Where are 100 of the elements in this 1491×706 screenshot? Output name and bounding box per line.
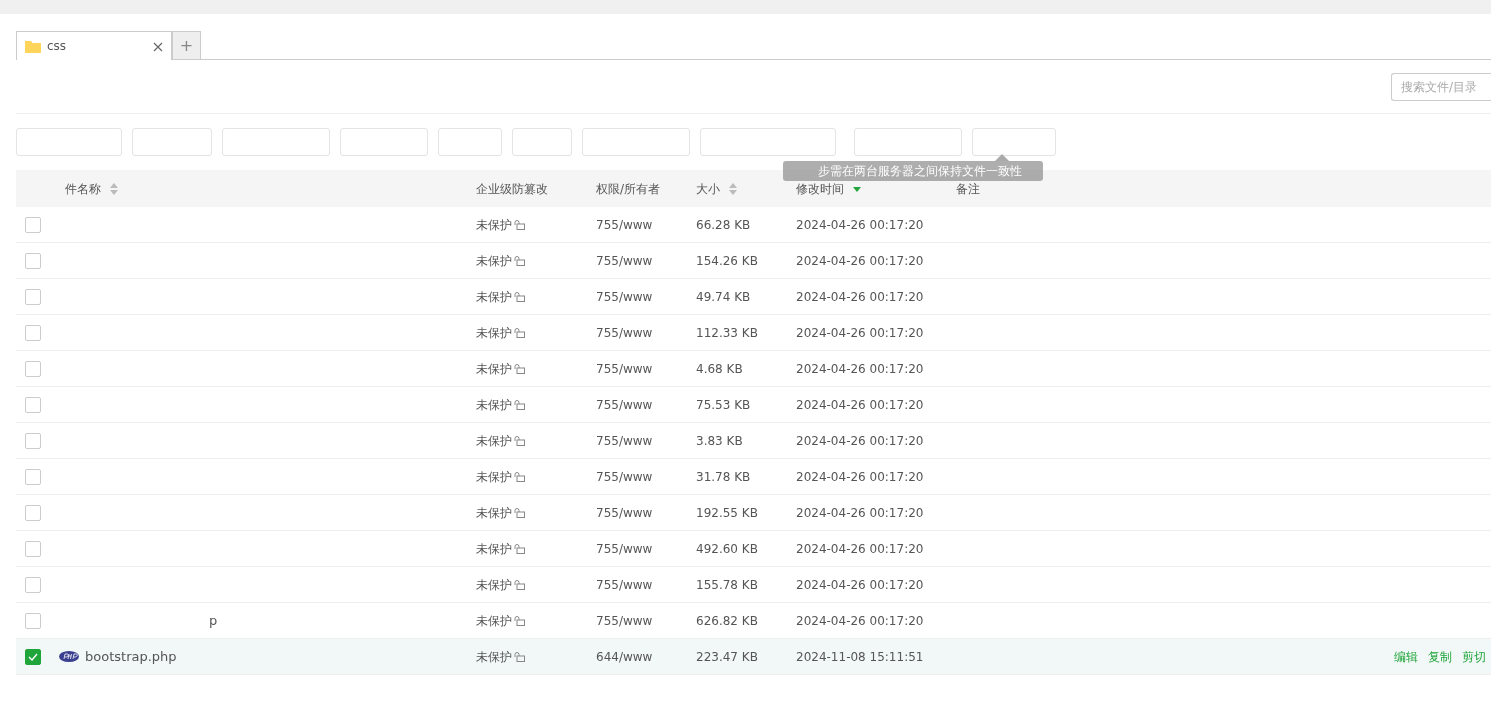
file-size: 75.53 KB (696, 397, 751, 412)
unlock-icon[interactable] (514, 579, 525, 590)
file-size: 492.60 KB (696, 541, 758, 556)
blank-button[interactable] (700, 128, 836, 156)
permission-owner: 755/www (596, 289, 653, 304)
blank-button[interactable] (972, 128, 1056, 156)
unlock-icon[interactable] (514, 435, 525, 446)
unlock-icon[interactable] (514, 471, 525, 482)
folder-icon (25, 39, 41, 53)
unlock-icon[interactable] (514, 543, 525, 554)
column-header[interactable]: 件名称 (65, 181, 101, 196)
checkbox[interactable] (25, 504, 41, 521)
file-size: 3.83 KB (696, 433, 743, 448)
file-size: 4.68 KB (696, 361, 743, 376)
sort-icon[interactable] (109, 182, 119, 196)
protect-status: 未保护 (476, 360, 512, 378)
modified-time: 2024-11-08 15:11:51 (796, 649, 924, 664)
file-size: 223.47 KB (696, 649, 758, 664)
unlock-icon[interactable] (514, 363, 525, 374)
unlock-icon[interactable] (514, 291, 525, 302)
checkbox[interactable] (25, 648, 41, 665)
modified-time: 2024-04-26 00:17:20 (796, 325, 924, 340)
protect-status: 未保护 (476, 324, 512, 342)
blank-button[interactable] (222, 128, 330, 156)
blank-button[interactable] (16, 128, 122, 156)
modified-time: 2024-04-26 00:17:20 (796, 217, 924, 232)
protect-status: 未保护 (476, 432, 512, 450)
search-field[interactable]: 搜索文件/目录 (1391, 72, 1491, 101)
file-size: 49.74 KB (696, 289, 751, 304)
modified-time: 2024-04-26 00:17:20 (796, 577, 924, 592)
checkbox[interactable] (25, 540, 41, 557)
permission-owner: 755/www (596, 253, 653, 268)
php-file-icon (59, 651, 79, 662)
unlock-icon[interactable] (514, 327, 525, 338)
protect-status: 未保护 (476, 576, 512, 594)
check-icon (28, 652, 38, 661)
file-size: 626.82 KB (696, 613, 758, 628)
column-header: 备注 (956, 181, 980, 196)
permission-owner: 755/www (596, 469, 653, 484)
unlock-icon[interactable] (514, 255, 525, 266)
permission-owner: 755/www (596, 541, 653, 556)
sort-icon[interactable] (852, 185, 862, 193)
blank-button[interactable] (438, 128, 502, 156)
column-header[interactable]: 修改时间 (796, 181, 844, 196)
blank-button[interactable] (854, 128, 962, 156)
protect-status: 未保护 (476, 468, 512, 486)
modified-time: 2024-04-26 00:17:20 (796, 397, 924, 412)
column-header[interactable]: 大小 (696, 181, 720, 196)
permission-owner: 644/www (596, 649, 653, 664)
modified-time: 2024-04-26 00:17:20 (796, 253, 924, 268)
modified-time: 2024-04-26 00:17:20 (796, 541, 924, 556)
file-name[interactable]: bootstrap.php (85, 646, 177, 667)
protect-status: 未保护 (476, 252, 512, 270)
folder-tab[interactable]: css (16, 31, 172, 60)
checkbox[interactable] (25, 432, 41, 449)
permission-owner: 755/www (596, 397, 653, 412)
checkbox[interactable] (25, 216, 41, 233)
permission-owner: 755/www (596, 505, 653, 520)
blank-button[interactable] (340, 128, 428, 156)
tooltip-arrow-icon (995, 154, 1009, 161)
checkbox[interactable] (25, 612, 41, 629)
modified-time: 2024-04-26 00:17:20 (796, 433, 924, 448)
blank-button[interactable] (582, 128, 690, 156)
file-size: 192.55 KB (696, 505, 758, 520)
tooltip: 步需在两台服务器之间保持文件一致性 (783, 161, 1043, 181)
file-size: 154.26 KB (696, 253, 758, 268)
column-header: 权限/所有者 (596, 181, 661, 196)
modified-time: 2024-04-26 00:17:20 (796, 469, 924, 484)
permission-owner: 755/www (596, 217, 653, 232)
file-size: 155.78 KB (696, 577, 758, 592)
protect-status: 未保护 (476, 648, 512, 666)
checkbox[interactable] (25, 252, 41, 269)
column-header: 企业级防篡改 (476, 181, 548, 196)
unlock-icon[interactable] (514, 399, 525, 410)
checkbox[interactable] (25, 324, 41, 341)
unlock-icon[interactable] (514, 219, 525, 230)
permission-owner: 755/www (596, 613, 653, 628)
unlock-icon[interactable] (514, 651, 525, 662)
unlock-icon[interactable] (514, 615, 525, 626)
sort-icon[interactable] (728, 182, 738, 196)
protect-status: 未保护 (476, 612, 512, 630)
protect-status: 未保护 (476, 288, 512, 306)
checkbox[interactable] (25, 396, 41, 413)
checkbox[interactable] (25, 576, 41, 593)
unlock-icon[interactable] (514, 507, 525, 518)
modified-time: 2024-04-26 00:17:20 (796, 289, 924, 304)
protect-status: 未保护 (476, 504, 512, 522)
modified-time: 2024-04-26 00:17:20 (796, 505, 924, 520)
checkbox[interactable] (25, 288, 41, 305)
file-name[interactable]: p (209, 610, 218, 631)
blank-button[interactable] (512, 128, 572, 156)
checkbox[interactable] (25, 468, 41, 485)
permission-owner: 755/www (596, 361, 653, 376)
modified-time: 2024-04-26 00:17:20 (796, 613, 924, 628)
tab-label: css (47, 38, 67, 55)
file-size: 112.33 KB (696, 325, 758, 340)
checkbox[interactable] (25, 360, 41, 377)
blank-button[interactable] (132, 128, 212, 156)
file-size: 31.78 KB (696, 469, 751, 484)
modified-time: 2024-04-26 00:17:20 (796, 361, 924, 376)
